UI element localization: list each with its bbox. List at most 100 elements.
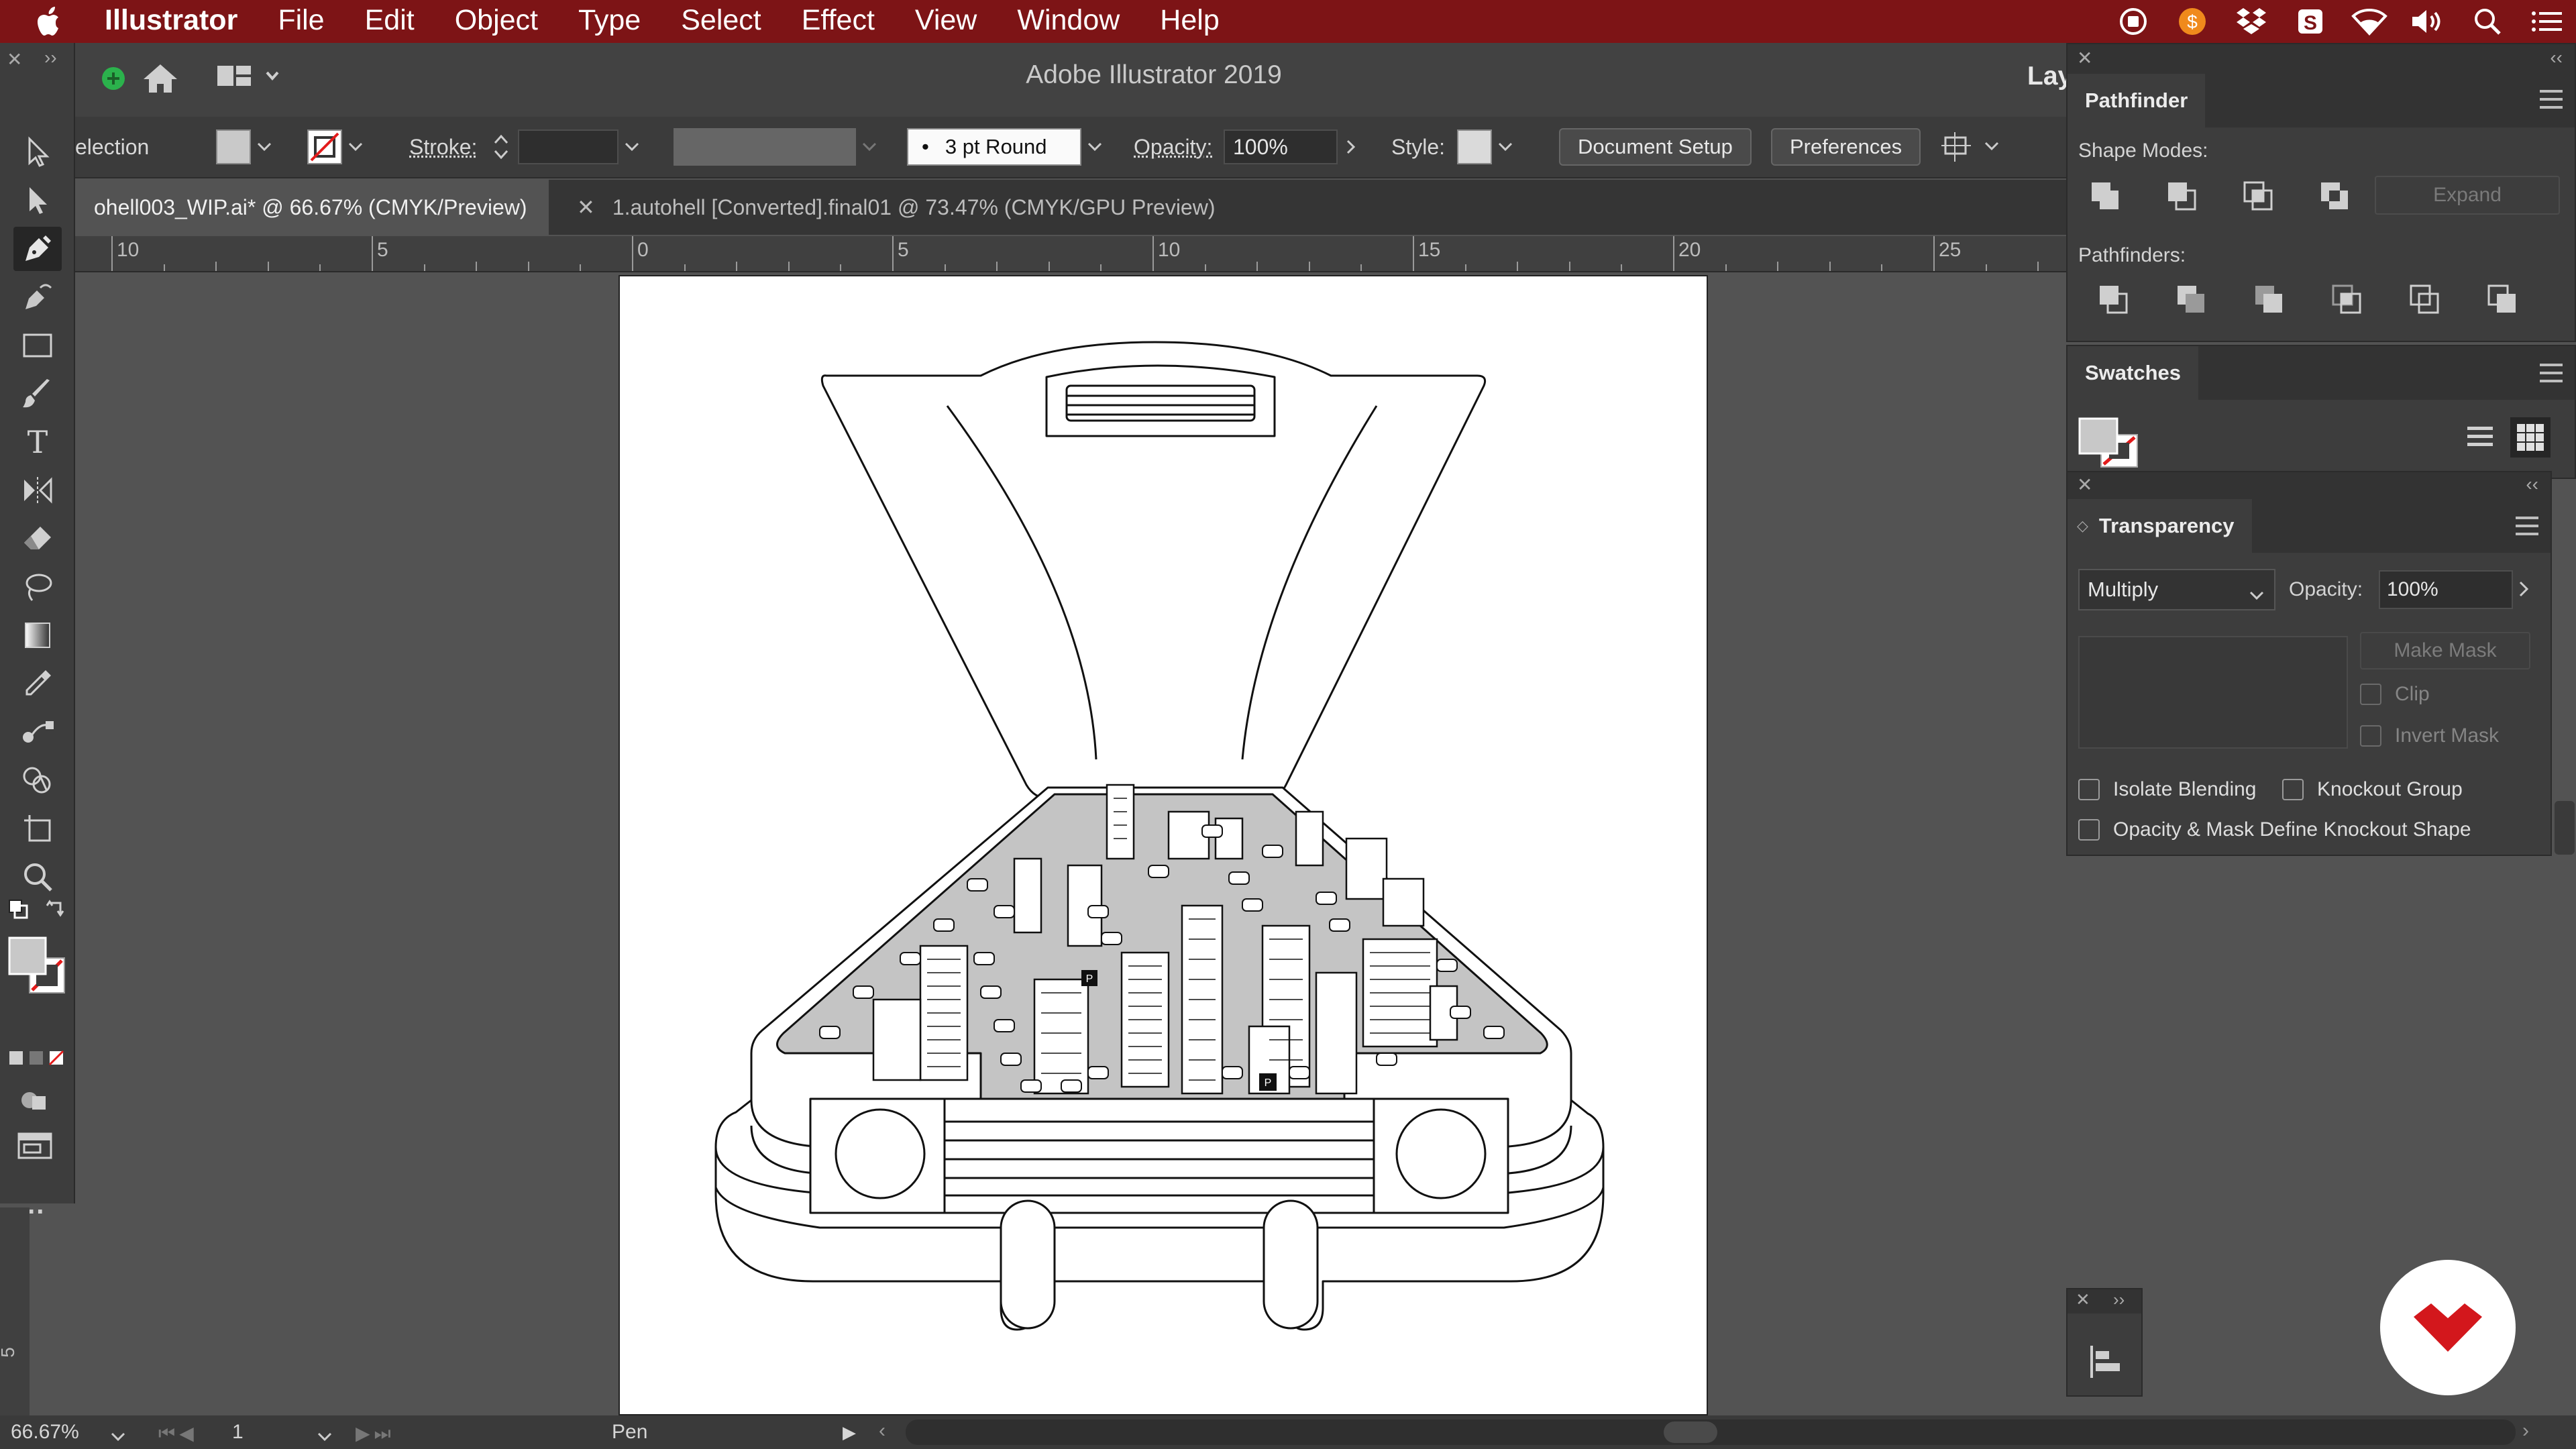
volume-icon[interactable]: [2399, 0, 2458, 43]
menu-window[interactable]: Window: [997, 0, 1140, 43]
preferences-button[interactable]: Preferences: [1771, 128, 1921, 166]
chevron-down-icon[interactable]: [1081, 129, 1108, 164]
transparency-opacity-field[interactable]: 100%: [2379, 570, 2513, 609]
opacity-label[interactable]: Opacity:: [1134, 126, 1212, 168]
close-tools-icon[interactable]: ✕: [7, 48, 22, 70]
opacity-value[interactable]: 100%: [1224, 129, 1338, 164]
collapse-panel-icon[interactable]: ‹‹: [2550, 47, 2563, 68]
chevron-down-icon[interactable]: [110, 1425, 126, 1448]
invert-mask-checkbox[interactable]: Invert Mask: [2360, 724, 2499, 747]
variable-width-profile[interactable]: [674, 126, 883, 168]
minus-back-icon[interactable]: [2483, 280, 2521, 318]
horizontal-scroll-thumb[interactable]: [1664, 1421, 1717, 1443]
graphic-style-swatch[interactable]: [1457, 129, 1492, 164]
tab-document-active[interactable]: ohell003_WIP.ai* @ 66.67% (CMYK/Preview): [75, 180, 549, 235]
opacity-field[interactable]: 100%: [1224, 126, 1364, 168]
zoom-level[interactable]: 66.67%: [11, 1421, 79, 1444]
car-city-artwork[interactable]: P P: [619, 275, 1708, 1415]
artboard-tool-icon[interactable]: [13, 806, 62, 851]
align-icon[interactable]: [2088, 1343, 2125, 1384]
reflect-tool-icon[interactable]: [13, 468, 62, 513]
blend-mode-select[interactable]: Multiply: [2078, 569, 2275, 610]
gradient-tool-icon[interactable]: [13, 613, 62, 657]
tab-document-inactive[interactable]: ✕ 1.autohell [Converted].final01 @ 73.47…: [558, 180, 1234, 235]
transparency-tab[interactable]: ◇ Transparency: [2068, 499, 2252, 553]
stroke-weight-stepper[interactable]: [491, 126, 511, 168]
swatches-tab[interactable]: Swatches: [2068, 346, 2199, 400]
close-panel-icon[interactable]: ✕: [2076, 1289, 2090, 1310]
panel-scrollbar[interactable]: [2555, 801, 2575, 855]
draw-mode-icon[interactable]: [17, 1087, 51, 1117]
home-icon[interactable]: [141, 62, 180, 99]
zoom-tool-icon[interactable]: [13, 855, 62, 899]
apple-menu-icon[interactable]: [0, 0, 101, 43]
pathfinder-tab[interactable]: Pathfinder: [2068, 74, 2206, 127]
chevron-down-icon[interactable]: [342, 129, 369, 164]
direct-selection-tool-icon[interactable]: [13, 178, 62, 223]
spotlight-icon[interactable]: [2458, 0, 2517, 43]
rectangle-tool-icon[interactable]: [13, 323, 62, 368]
chevron-down-icon[interactable]: [317, 1425, 333, 1448]
brand-logo[interactable]: [2380, 1260, 2516, 1395]
trim-icon[interactable]: [2172, 280, 2210, 318]
artboard-number[interactable]: 1: [232, 1421, 244, 1444]
chevron-down-icon[interactable]: [1492, 129, 1519, 164]
stroke-swatch-dropdown[interactable]: [307, 126, 369, 168]
divide-icon[interactable]: [2094, 280, 2132, 318]
menu-view[interactable]: View: [895, 0, 997, 43]
expand-panel-icon[interactable]: ››: [2113, 1289, 2125, 1310]
grid-view-icon[interactable]: [2510, 417, 2551, 458]
minus-front-icon[interactable]: [2163, 177, 2200, 215]
knockout-group-checkbox[interactable]: Knockout Group: [2282, 778, 2463, 801]
graphic-style-dropdown[interactable]: [1457, 126, 1519, 168]
expand-button[interactable]: Expand: [2375, 176, 2560, 215]
panel-menu-icon[interactable]: [2540, 364, 2563, 382]
type-tool-icon[interactable]: T: [13, 420, 62, 464]
chevron-down-icon[interactable]: [251, 129, 278, 164]
stroke-color-swatch[interactable]: [307, 129, 342, 164]
fill-swatch-dropdown[interactable]: [216, 126, 278, 168]
outline-icon[interactable]: [2406, 280, 2443, 318]
panel-menu-icon[interactable]: [2540, 90, 2563, 109]
wifi-icon[interactable]: [2340, 0, 2399, 43]
eraser-tool-icon[interactable]: [13, 517, 62, 561]
selection-tool-icon[interactable]: [13, 130, 62, 174]
scroll-right-icon[interactable]: ›: [2522, 1419, 2529, 1442]
close-tab-icon[interactable]: ✕: [577, 195, 595, 220]
clip-checkbox[interactable]: Clip: [2360, 683, 2430, 706]
record-icon[interactable]: [2104, 0, 2163, 43]
chevron-down-icon[interactable]: [619, 129, 645, 164]
default-fill-stroke-icon[interactable]: [8, 899, 28, 922]
unite-icon[interactable]: [2086, 177, 2124, 215]
color-mode-icons[interactable]: [8, 1049, 66, 1070]
menu-help[interactable]: Help: [1140, 0, 1239, 43]
control-center-icon[interactable]: [2517, 0, 2576, 43]
horizontal-scrollbar[interactable]: [906, 1419, 2516, 1445]
stroke-label[interactable]: Stroke:: [409, 126, 477, 168]
menu-effect[interactable]: Effect: [782, 0, 895, 43]
swap-fill-stroke-icon[interactable]: [46, 899, 67, 922]
document-setup-button[interactable]: Document Setup: [1559, 128, 1752, 166]
blend-tool-icon[interactable]: [13, 710, 62, 754]
brush-definition-dropdown[interactable]: • 3 pt Round: [907, 126, 1108, 168]
isolate-blending-checkbox[interactable]: Isolate Blending: [2078, 778, 2257, 801]
eyedropper-tool-icon[interactable]: [13, 661, 62, 706]
current-tool-status[interactable]: Pen: [612, 1421, 647, 1444]
close-panel-icon[interactable]: ✕: [2077, 47, 2092, 69]
shape-builder-tool-icon[interactable]: [13, 758, 62, 802]
chevron-right-icon[interactable]: [2518, 580, 2529, 602]
pen-tool-icon[interactable]: [13, 227, 62, 271]
lasso-tool-icon[interactable]: [13, 565, 62, 609]
arrange-icon[interactable]: [1941, 126, 2006, 168]
scroll-left-icon[interactable]: ‹: [879, 1419, 885, 1442]
make-mask-button[interactable]: Make Mask: [2360, 632, 2530, 669]
opacity-mask-knockout-checkbox[interactable]: Opacity & Mask Define Knockout Shape: [2078, 818, 2471, 841]
fill-stroke-swatch-icon[interactable]: [8, 936, 67, 999]
arrange-documents-icon[interactable]: [216, 63, 280, 93]
menu-file[interactable]: File: [258, 0, 344, 43]
intersect-icon[interactable]: [2239, 177, 2277, 215]
menu-app-name[interactable]: Illustrator: [101, 0, 258, 43]
paintbrush-tool-icon[interactable]: [13, 372, 62, 416]
menu-object[interactable]: Object: [435, 0, 558, 43]
fill-stroke-swatch-icon[interactable]: [2078, 417, 2140, 474]
